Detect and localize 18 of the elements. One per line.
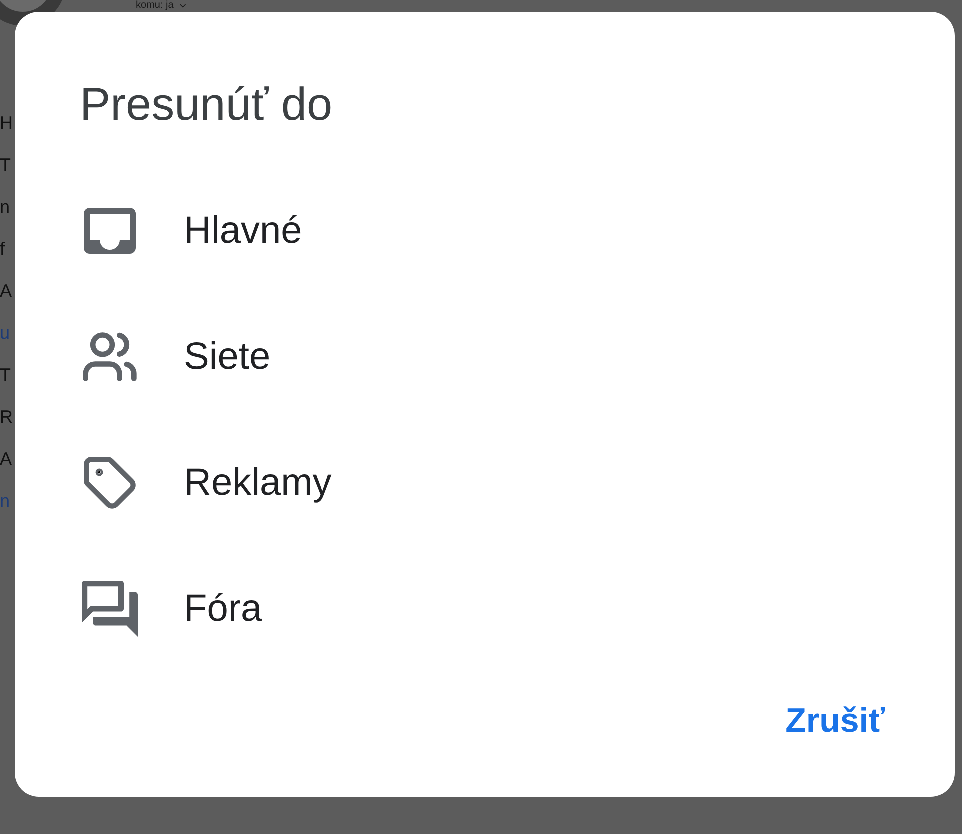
tag-icon [82,455,138,511]
body-text: A [0,448,14,470]
body-text: A [0,280,14,302]
destination-item[interactable]: Reklamy [15,420,955,546]
body-text: T [0,154,12,176]
cancel-button[interactable]: Zrušiť [778,696,893,747]
body-text: f [0,238,6,260]
body-text: T [0,364,12,386]
dialog-title: Presunúť do [80,77,333,132]
body-text: n [0,196,12,218]
destination-item[interactable]: Fóra [15,546,955,672]
destination-item[interactable]: Hlavné [15,168,955,294]
chat-bubbles-icon [82,581,138,637]
destination-item[interactable]: Siete [15,294,955,420]
recipient-text: komu: ja [136,0,174,12]
body-text: H [0,112,14,134]
inbox-icon [84,208,136,254]
body-text: R [0,406,14,428]
